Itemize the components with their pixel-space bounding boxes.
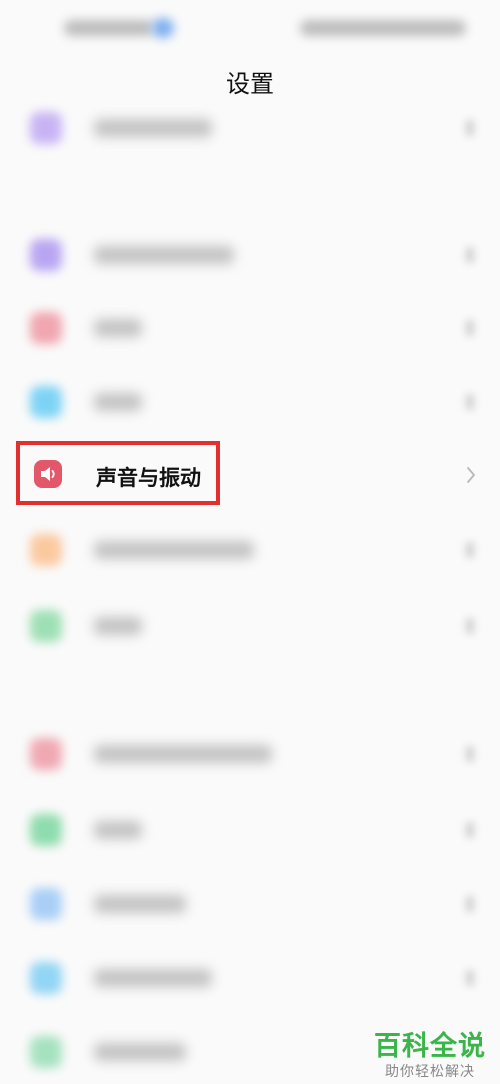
row-icon: [30, 534, 62, 566]
watermark-brand: 百科全说: [374, 1031, 486, 1062]
chevron-right-icon: [466, 746, 474, 762]
settings-row[interactable]: [0, 298, 500, 358]
row-icon: [30, 112, 62, 144]
row-label-blur: [94, 319, 142, 337]
row-label-blur: [94, 1043, 186, 1061]
settings-row[interactable]: [0, 98, 500, 158]
row-icon: [30, 1036, 62, 1068]
row-icon: [30, 610, 62, 642]
status-bar: [0, 0, 500, 60]
settings-row[interactable]: [0, 225, 500, 285]
settings-row[interactable]: [0, 724, 500, 784]
row-icon: [30, 738, 62, 770]
row-label-blur: [94, 821, 142, 839]
status-icon-blur: [152, 18, 174, 38]
row-label-blur: [94, 969, 212, 987]
row-label-blur: [94, 119, 212, 137]
chevron-right-icon: [467, 467, 475, 483]
chevron-right-icon: [466, 822, 474, 838]
chevron-right-icon: [466, 896, 474, 912]
row-icon: [30, 962, 62, 994]
watermark: 百科全说 助你轻松解决: [374, 1024, 486, 1081]
page-title: 设置: [226, 70, 274, 98]
chevron-right-icon: [466, 247, 474, 263]
status-time-blur: [64, 20, 154, 36]
row-label-blur: [94, 393, 142, 411]
settings-row[interactable]: [0, 596, 500, 656]
status-indicators-blur: [300, 20, 466, 36]
chevron-right-icon: [466, 120, 474, 136]
row-icon: [30, 312, 62, 344]
row-icon: [30, 814, 62, 846]
row-label-blur: [94, 541, 254, 559]
settings-row[interactable]: [0, 800, 500, 860]
settings-row[interactable]: [0, 874, 500, 934]
row-icon: [30, 888, 62, 920]
row-label-blur: [94, 895, 186, 913]
row-icon: [30, 386, 62, 418]
row-label-blur: [94, 246, 234, 264]
chevron-right-icon: [466, 542, 474, 558]
row-label-blur: [94, 745, 272, 763]
chevron-right-icon: [466, 394, 474, 410]
settings-row[interactable]: [0, 372, 500, 432]
chevron-right-icon: [466, 320, 474, 336]
highlight-box: [16, 441, 220, 505]
row-icon: [30, 239, 62, 271]
settings-row[interactable]: [0, 520, 500, 580]
row-label-blur: [94, 617, 142, 635]
settings-row[interactable]: [0, 948, 500, 1008]
watermark-slogan: 助你轻松解决: [385, 1064, 475, 1080]
chevron-right-icon: [466, 618, 474, 634]
chevron-right-icon: [466, 970, 474, 986]
